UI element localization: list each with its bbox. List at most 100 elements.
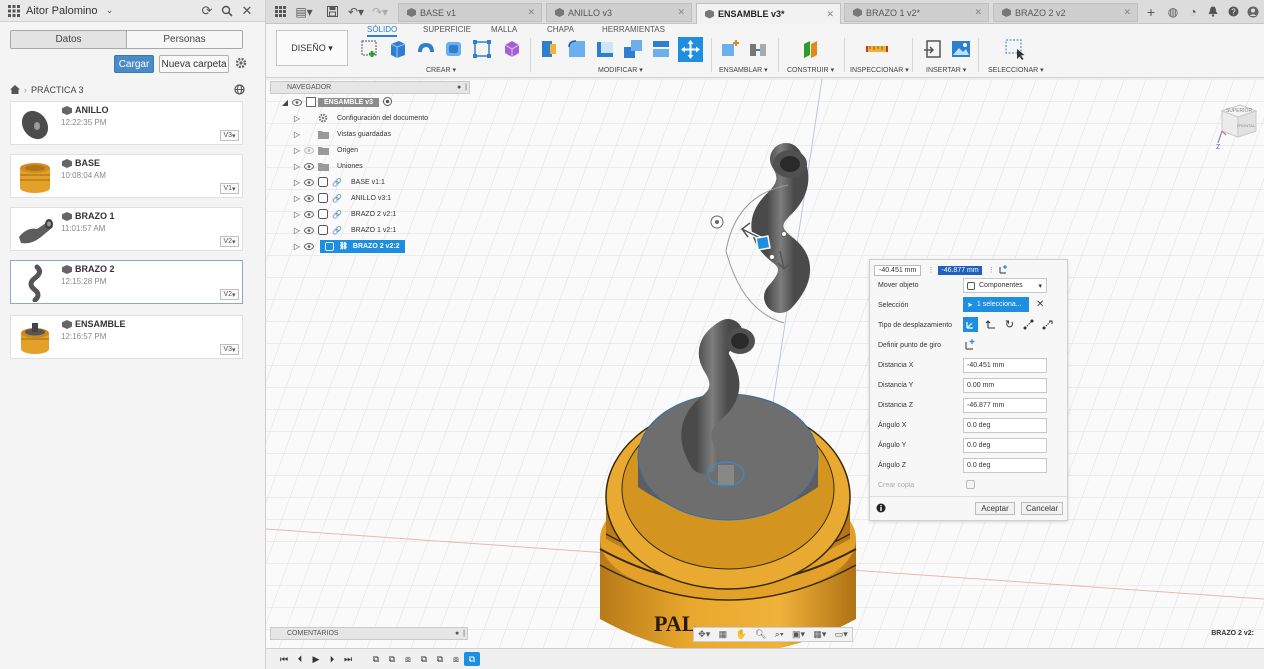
- search-icon[interactable]: [219, 3, 235, 19]
- notifications-icon[interactable]: [1206, 3, 1220, 20]
- version-dropdown[interactable]: V1 ▾: [220, 183, 239, 194]
- add-comment-icon[interactable]: ●: [455, 630, 459, 637]
- tree-item-component-selected[interactable]: ▷ ⛓ BRAZO 2 v2:2: [292, 238, 470, 254]
- fillet-icon[interactable]: [566, 38, 588, 60]
- tree-item-settings[interactable]: ▷ Configuración del documento: [292, 110, 470, 126]
- timeline-joint-icon[interactable]: ⧈: [448, 652, 464, 666]
- group-crear[interactable]: CREAR ▾: [426, 66, 456, 74]
- rotate-icon[interactable]: ↻: [1002, 317, 1017, 332]
- angle-x-input[interactable]: 0.0 deg: [963, 418, 1047, 433]
- eye-icon[interactable]: [302, 177, 316, 187]
- doc-tab-anillo[interactable]: ANILLO v3 ✕: [546, 3, 692, 22]
- grid-menu-icon[interactable]: [6, 3, 22, 19]
- ok-button[interactable]: Aceptar: [975, 502, 1015, 515]
- eye-icon[interactable]: [302, 241, 316, 251]
- tree-item-component[interactable]: ▷ 🔗 BASE v1:1: [292, 174, 470, 190]
- group-seleccionar[interactable]: SELECCIONAR ▾: [988, 66, 1044, 74]
- file-card-ensamble[interactable]: ENSAMBLE 12:16:57 PM V3 ▾: [10, 315, 243, 359]
- eye-icon[interactable]: [302, 209, 316, 219]
- new-component-icon[interactable]: [719, 38, 741, 60]
- view-cube[interactable]: SUPERIOR FRONTAL Z: [1216, 91, 1260, 151]
- shell-icon[interactable]: [594, 38, 616, 60]
- close-tab-icon[interactable]: ✕: [527, 7, 535, 18]
- tree-root[interactable]: ◢ ENSAMBLE v3: [280, 94, 470, 110]
- box-select-icon[interactable]: [471, 38, 493, 60]
- tree-item-component[interactable]: ▷ 🔗 ANILLO v3:1: [292, 190, 470, 206]
- doc-tab-ensamble[interactable]: ENSAMBLE v3* ✕: [696, 3, 841, 24]
- tab-herramientas[interactable]: HERRAMIENTAS: [602, 25, 665, 34]
- offset-plane-icon[interactable]: [800, 38, 822, 60]
- tab-malla[interactable]: MALLA: [491, 25, 517, 34]
- split-body-icon[interactable]: [650, 38, 672, 60]
- insert-derive-icon[interactable]: [922, 38, 944, 60]
- timeline-joint-icon[interactable]: ⧉: [432, 652, 448, 666]
- close-tab-icon[interactable]: ✕: [1123, 7, 1131, 18]
- look-at-icon[interactable]: ▦: [719, 629, 728, 640]
- collapse-panel-icon[interactable]: ●: [457, 84, 461, 91]
- tree-item-joints[interactable]: ▷ Uniones: [292, 158, 470, 174]
- project-globe-icon[interactable]: [234, 83, 245, 97]
- refresh-icon[interactable]: ⟳: [199, 3, 215, 19]
- tree-item-component[interactable]: ▷ 🔗 BRAZO 1 v2:1: [292, 222, 470, 238]
- point-to-position-icon[interactable]: [1040, 317, 1055, 332]
- collapse-arrow-icon[interactable]: ◢: [280, 98, 290, 107]
- revolve-icon[interactable]: [415, 38, 437, 60]
- sketch-icon[interactable]: [360, 38, 382, 60]
- selection-chip[interactable]: ➤ 1 selecciona...: [963, 297, 1029, 312]
- angle-z-input[interactable]: 0.0 deg: [963, 458, 1047, 473]
- eye-hidden-icon[interactable]: [302, 145, 316, 155]
- tab-datos[interactable]: Datos: [11, 31, 127, 48]
- info-icon[interactable]: [876, 503, 886, 516]
- file-card-base[interactable]: BASE 10:08:04 AM V1 ▾: [10, 154, 243, 198]
- help-icon[interactable]: ?: [1226, 3, 1240, 20]
- extrude-icon[interactable]: [387, 38, 409, 60]
- version-dropdown[interactable]: V2 ▾: [220, 236, 239, 247]
- eye-icon[interactable]: [302, 161, 316, 171]
- set-pivot-icon[interactable]: [965, 338, 977, 353]
- close-tab-icon[interactable]: ✕: [974, 7, 982, 18]
- 3d-viewport[interactable]: PAL NAVEGADOR ● | ◢ ENSAMBLE v3 ▷ Config…: [266, 79, 1264, 648]
- sweep-icon[interactable]: [443, 38, 465, 60]
- home-icon[interactable]: [10, 84, 20, 96]
- drag-handle-icon[interactable]: ⋮: [988, 266, 995, 274]
- expand-arrow-icon[interactable]: ▷: [292, 146, 302, 155]
- version-dropdown[interactable]: V3 ▾: [220, 130, 239, 141]
- insert-canvas-icon[interactable]: [950, 38, 972, 60]
- close-icon[interactable]: ✕: [239, 3, 255, 19]
- user-avatar[interactable]: [1246, 3, 1260, 20]
- header-z-value[interactable]: -46.877 mm: [938, 265, 982, 275]
- user-name[interactable]: Aitor Palomino: [26, 5, 98, 17]
- play-icon[interactable]: ▶: [308, 652, 324, 666]
- load-button[interactable]: Cargar: [114, 55, 154, 73]
- close-tab-icon[interactable]: ✕: [677, 7, 685, 18]
- dist-z-input[interactable]: -46.877 mm: [963, 398, 1047, 413]
- expand-arrow-icon[interactable]: ▷: [292, 242, 302, 251]
- expand-arrow-icon[interactable]: ▷: [292, 226, 302, 235]
- group-ensamblar[interactable]: ENSAMBLAR ▾: [719, 66, 768, 74]
- expand-arrow-icon[interactable]: ▷: [292, 178, 302, 187]
- viewports-icon[interactable]: ▭▾: [835, 629, 848, 640]
- doc-tab-base[interactable]: BASE v1 ✕: [398, 3, 542, 22]
- breadcrumb-project[interactable]: PRÁCTICA 3: [31, 85, 84, 95]
- expand-arrow-icon[interactable]: ▷: [292, 114, 302, 123]
- save-icon[interactable]: [324, 3, 340, 20]
- group-construir[interactable]: CONSTRUIR ▾: [787, 66, 834, 74]
- file-card-anillo[interactable]: ANILLO 12:22:35 PM V3 ▾: [10, 101, 243, 145]
- tree-item-views[interactable]: ▷ Vistas guardadas: [292, 126, 470, 142]
- select-window-icon[interactable]: [1004, 38, 1026, 60]
- joint-icon[interactable]: [747, 38, 769, 60]
- form-icon[interactable]: [501, 38, 523, 60]
- eye-icon[interactable]: [302, 193, 316, 203]
- point-to-point-icon[interactable]: [1021, 317, 1036, 332]
- clear-selection-icon[interactable]: ✕: [1036, 299, 1044, 310]
- expand-arrow-icon[interactable]: ▷: [292, 194, 302, 203]
- version-dropdown[interactable]: V3 ▾: [220, 344, 239, 355]
- combine-icon[interactable]: [622, 38, 644, 60]
- group-modificar[interactable]: MODIFICAR ▾: [598, 66, 643, 74]
- display-settings-icon[interactable]: ▣▾: [792, 629, 805, 640]
- tree-item-component[interactable]: ▷ 🔗 BRAZO 2 v2:1: [292, 206, 470, 222]
- free-move-icon[interactable]: [963, 317, 978, 332]
- version-dropdown[interactable]: V2 ▾: [220, 289, 239, 300]
- timeline-joint-icon[interactable]: ⧉: [368, 652, 384, 666]
- tree-item-origin[interactable]: ▷ Origen: [292, 142, 470, 158]
